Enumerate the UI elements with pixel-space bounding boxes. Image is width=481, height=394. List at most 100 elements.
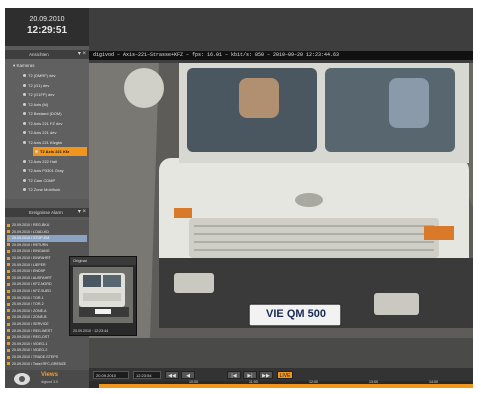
- tree-node-camera[interactable]: T2 (G1FP) dev: [23, 90, 83, 99]
- timeline-tick: 10:00: [189, 380, 198, 384]
- camera-icon: [23, 169, 26, 173]
- playback-date-field[interactable]: 20.09.2010: [93, 371, 129, 379]
- event-label: 20.09.2010 / TRADE-STEPS: [12, 355, 59, 359]
- event-icon: [7, 223, 10, 227]
- event-row[interactable]: 20.09.2010 / TRADE-STEPS: [7, 354, 87, 361]
- tree-node-label: T2 (G1) dev: [28, 82, 50, 88]
- camera-icon: [23, 178, 26, 182]
- license-plate-text: VIE QM 500: [266, 308, 326, 320]
- playback-time-field[interactable]: 12:23:54: [133, 371, 161, 379]
- tree-node-label: T2 (G1FP) dev: [28, 92, 55, 97]
- event-label: 20.09.2010 / KFZ-SUED: [12, 289, 51, 293]
- tree-node-camera[interactable]: T2 Axis 221 Kfz: [33, 147, 87, 156]
- app-window: 20.09.2010 12:29:51 Ansichten ▾ × ▾ Kame…: [5, 8, 473, 388]
- tree-node-camera[interactable]: T2 Bestand (DOM): [23, 109, 83, 118]
- event-icon: [7, 243, 10, 247]
- event-row[interactable]: 20.09.2010 / REG-BKU: [7, 222, 87, 229]
- rewind-fast-button[interactable]: ◀◀: [165, 371, 179, 379]
- camera-icon: [23, 102, 26, 106]
- event-icon: [7, 282, 10, 286]
- event-label: 20.09.2010 / VIDEO-2: [12, 348, 48, 353]
- event-row[interactable]: 20.09.2010 / LOAD-KD: [7, 229, 87, 236]
- camera-icon: [23, 74, 26, 78]
- event-label: 20.09.2010 / EINFAHRT: [12, 256, 51, 260]
- tree-node-camera[interactable]: T2 Axis 221 dev: [23, 128, 83, 137]
- fast-forward-button[interactable]: ▶▶: [259, 371, 273, 379]
- tree-node-camera[interactable]: T2 Axis 222 Hall: [23, 157, 83, 166]
- event-row[interactable]: 20.09.2010 / VIDEO-1: [7, 341, 87, 348]
- app-logo: Views digivod 3.0: [5, 370, 89, 388]
- event-label: 20.09.2010 / LIEFER: [12, 262, 46, 267]
- clock-date: 20.09.2010: [29, 16, 65, 23]
- event-label: 20.09.2010 / ENDSP: [12, 269, 46, 274]
- event-row[interactable]: 20.09.2010 / STOP-EM: [7, 235, 87, 242]
- tree-node-label: T2 Zone Mobifunk: [28, 187, 61, 192]
- timeline-tick: 11:00: [249, 380, 258, 384]
- popup-title: Original: [70, 257, 136, 265]
- event-label: 20.09.2010 / VIDEO-1: [12, 341, 48, 346]
- events-panel-title: Ereignisse Alarm: [29, 210, 63, 215]
- event-label: 20.09.2010 / STOP-EM: [12, 236, 50, 241]
- event-row[interactable]: 20.09.2010 / RETURN: [7, 242, 87, 249]
- snapshot-popup[interactable]: Original 20.09.2010 · 12:23:44: [69, 256, 137, 336]
- eye-logo-icon: [14, 373, 30, 385]
- video-viewport[interactable]: VIE QM 500 digivod – Axis–221–Strasse+KF…: [89, 8, 473, 368]
- tree-node-label: T2 Bestand (DOM): [28, 111, 62, 116]
- events-panel-header[interactable]: Ereignisse Alarm ▾ ×: [5, 208, 89, 217]
- event-row[interactable]: 20.09.2010 / VIDEO-2: [7, 347, 87, 354]
- tree-node-label: T2 Axis 221 dev: [28, 130, 57, 135]
- tree-node-label: T2 Cam CDMP: [28, 177, 56, 183]
- event-icon: [7, 230, 10, 234]
- tree-node-camera[interactable]: T2 Axis P3301 Gray: [23, 166, 83, 175]
- event-row[interactable]: 20.09.2010 / EINGANG: [7, 248, 87, 255]
- tree-node-camera[interactable]: T2 (G1) dev: [23, 81, 83, 90]
- event-icon: [7, 335, 10, 339]
- event-label: 20.09.2010 / REG-OST: [12, 335, 50, 340]
- logo-version: digivod 3.0: [41, 380, 58, 384]
- event-icon: [7, 236, 10, 240]
- event-icon: [7, 249, 10, 253]
- event-icon: [7, 302, 10, 306]
- rewind-button[interactable]: ◀: [181, 371, 195, 379]
- clock-time: 12:29:51: [26, 25, 68, 36]
- event-label: 20.09.2010 / REG-WEST: [12, 328, 53, 333]
- step-forward-button[interactable]: ▶|: [243, 371, 257, 379]
- event-label: 20.09.2010 / ZONE-B: [12, 315, 47, 320]
- event-icon: [7, 362, 10, 366]
- camera-tree: ▾ Kameras T2 (DMRF) dev T2 (G1) dev T2 (G1…: [5, 59, 89, 199]
- tree-root[interactable]: ▾ Kameras: [13, 63, 35, 69]
- event-icon: [7, 322, 10, 326]
- event-icon: [7, 269, 10, 273]
- views-panel-header[interactable]: Ansichten ▾ ×: [5, 50, 89, 59]
- live-button[interactable]: LIVE: [277, 371, 293, 379]
- snapshot-thumbnail: [73, 267, 133, 323]
- event-label: 20.09.2010 / LOAD-KD: [12, 229, 49, 234]
- event-label: 20.09.2010 / AUSFAHRT: [12, 275, 52, 280]
- event-icon: [7, 263, 10, 267]
- step-back-button[interactable]: |◀: [227, 371, 241, 379]
- playback-controls: 20.09.2010 12:23:54 ◀◀ ◀ |◀ ▶| ▶▶ LIVE 1…: [89, 368, 473, 388]
- tree-node-label: T2 Axis 221 Kfz: [40, 149, 70, 154]
- event-label: 20.09.2010 / EINGANG: [12, 249, 50, 254]
- logo-name: Views: [41, 372, 58, 378]
- event-row[interactable]: 20.09.2010 / Tabel RFC-GRENZE: [7, 361, 87, 368]
- event-icon: [7, 276, 10, 280]
- event-icon: [7, 348, 10, 352]
- tree-node-label: T2 (DMRF) dev: [28, 73, 56, 78]
- tree-node-camera[interactable]: T2 Axis 221 Kfzgtw: [23, 138, 83, 147]
- timeline[interactable]: 10:00 11:00 12:00 13:00 14:00: [89, 380, 473, 388]
- tree-node-camera[interactable]: T2 (DMRF) dev: [23, 71, 83, 80]
- tree-node-camera[interactable]: T2 Zone Mobifunk: [23, 185, 83, 194]
- timeline-range[interactable]: [99, 384, 473, 388]
- timeline-tick: 12:00: [309, 380, 318, 384]
- collapse-icon[interactable]: ▾ ×: [78, 50, 86, 59]
- tree-node-camera[interactable]: T2 Axis 221 FZ dev: [23, 119, 83, 128]
- camera-icon: [23, 159, 26, 163]
- timeline-tick: 13:00: [369, 380, 378, 384]
- events-panel-close-icon[interactable]: ▾ ×: [78, 208, 86, 217]
- tree-node-camera[interactable]: T2 Cam CDMP: [23, 176, 83, 185]
- tree-node-camera[interactable]: T2 Axis (M): [23, 100, 83, 109]
- event-icon: [7, 296, 10, 300]
- tree-node-label: T2 Axis 222 Hall: [28, 158, 57, 164]
- timeline-tick: 14:00: [429, 380, 438, 384]
